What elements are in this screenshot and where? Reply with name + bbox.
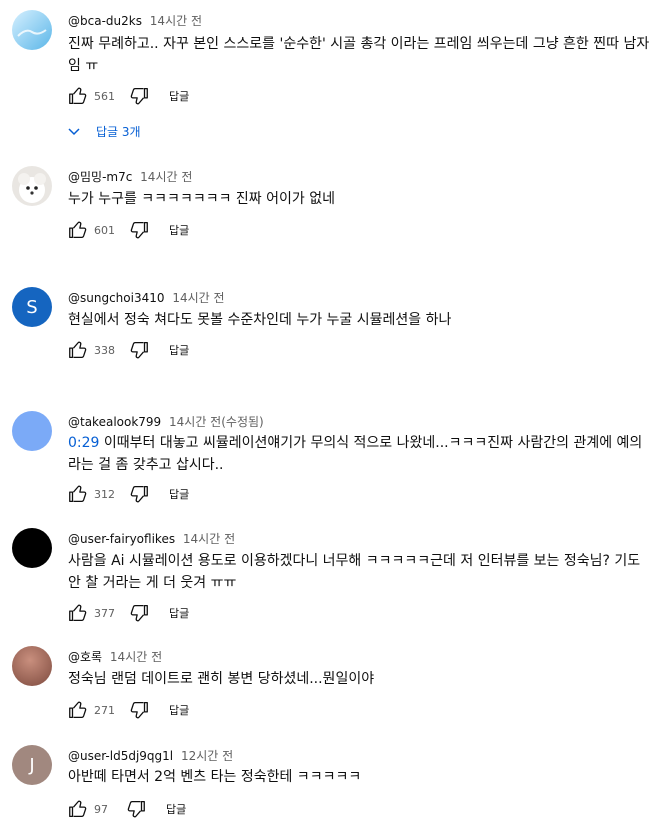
like-icon[interactable] [66,797,90,821]
comment-header: @호록 14시간 전 [68,648,162,665]
author-name[interactable]: @user-ld5dj9qg1l [68,749,173,763]
comment-text: 사람을 Ai 시뮬레이션 용도로 이용하겠다니 너무해 ㅋㅋㅋㅋㅋ근데 저 인터… [68,553,641,591]
comment-text: 현실에서 정숙 쳐다도 못볼 수준차인데 누가 누굴 시뮬레션을 하나 [68,312,452,328]
avatar-image [17,29,47,37]
comment-header: @sungchoi3410 14시간 전 [68,289,225,306]
comment-text: 아반떼 타면서 2억 벤츠 타는 정숙한테 ㅋㅋㅋㅋㅋ [68,769,362,785]
like-icon[interactable] [66,84,90,108]
avatar[interactable] [12,166,52,206]
like-count: 271 [94,703,115,717]
comment-time[interactable]: 14시간 전 [110,650,162,664]
comment-text: 정숙님 랜덤 데이트로 괜히 봉변 당하셨네...뭔일이야 [68,671,375,687]
dislike-icon[interactable] [127,218,151,242]
comment-actions: 561 답글 [66,84,189,108]
comment-time[interactable]: 14시간 전(수정됨) [169,415,264,429]
avatar-letter: S [26,296,38,318]
reply-button[interactable]: 답글 [169,702,189,718]
comment-header: @user-ld5dj9qg1l 12시간 전 [68,747,233,764]
comment-actions: 97 답글 [66,797,186,821]
like-count: 312 [94,487,115,501]
comment-time[interactable]: 14시간 전 [172,291,224,305]
replies-count-label: 답글 3개 [96,124,141,139]
comment-time[interactable]: 14시간 전 [183,532,235,546]
avatar-image [18,173,46,203]
avatar[interactable]: S [12,287,52,327]
dislike-icon[interactable] [127,338,151,362]
reply-button[interactable]: 답글 [169,88,189,104]
avatar[interactable] [12,528,52,568]
avatar[interactable] [12,411,52,451]
author-name[interactable]: @밈밍-m7c [68,170,132,184]
comment-actions: 338 답글 [66,338,189,362]
avatar[interactable]: J [12,745,52,785]
comment-time[interactable]: 14시간 전 [150,14,202,28]
comment-header: @takealook799 14시간 전(수정됨) [68,413,264,430]
like-count: 601 [94,223,115,237]
reply-button[interactable]: 답글 [169,486,189,502]
dislike-icon[interactable] [127,84,151,108]
like-count: 377 [94,606,115,620]
like-icon[interactable] [66,482,90,506]
view-replies-button[interactable]: 답글 3개 [66,117,141,145]
like-count: 338 [94,343,115,357]
comment-header: @bca-du2ks 14시간 전 [68,12,202,29]
dislike-icon[interactable] [127,482,151,506]
timestamp-link[interactable]: 0:29 [68,435,99,451]
chevron-down-icon [68,128,80,136]
avatar[interactable] [12,646,52,686]
comment-actions: 377 답글 [66,601,189,625]
comment-header: @밈밍-m7c 14시간 전 [68,168,192,185]
like-count: 97 [94,802,108,816]
comment-time[interactable]: 14시간 전 [140,170,192,184]
reply-button[interactable]: 답글 [169,342,189,358]
like-icon[interactable] [66,338,90,362]
dislike-icon[interactable] [127,698,151,722]
avatar-letter: J [29,754,35,776]
comment-text: 누가 누구를 ㅋㅋㅋㅋㅋㅋㅋ 진짜 어이가 없네 [68,191,335,207]
like-icon[interactable] [66,698,90,722]
reply-button[interactable]: 답글 [169,222,189,238]
avatar[interactable] [12,10,52,50]
comment-header: @user-fairyoflikes 14시간 전 [68,530,235,547]
comment-actions: 312 답글 [66,482,189,506]
comment-actions: 601 답글 [66,218,189,242]
comment-text: 0:29 이때부터 대놓고 씨뮬레이션얘기가 무의식 적으로 나왔네...ㅋㅋㅋ… [68,435,643,473]
like-icon[interactable] [66,601,90,625]
dislike-icon[interactable] [127,601,151,625]
author-name[interactable]: @sungchoi3410 [68,291,165,305]
dislike-icon[interactable] [124,797,148,821]
author-name[interactable]: @bca-du2ks [68,14,142,28]
author-name[interactable]: @호록 [68,650,102,664]
author-name[interactable]: @takealook799 [68,415,161,429]
like-count: 561 [94,89,115,103]
like-icon[interactable] [66,218,90,242]
comment-actions: 271 답글 [66,698,189,722]
comment-text: 진짜 무례하고.. 자꾸 본인 스스로를 '순수한' 시골 총각 이라는 프레임… [68,36,650,74]
comment-time[interactable]: 12시간 전 [181,749,233,763]
reply-button[interactable]: 답글 [169,605,189,621]
author-name[interactable]: @user-fairyoflikes [68,532,175,546]
reply-button[interactable]: 답글 [166,801,186,817]
